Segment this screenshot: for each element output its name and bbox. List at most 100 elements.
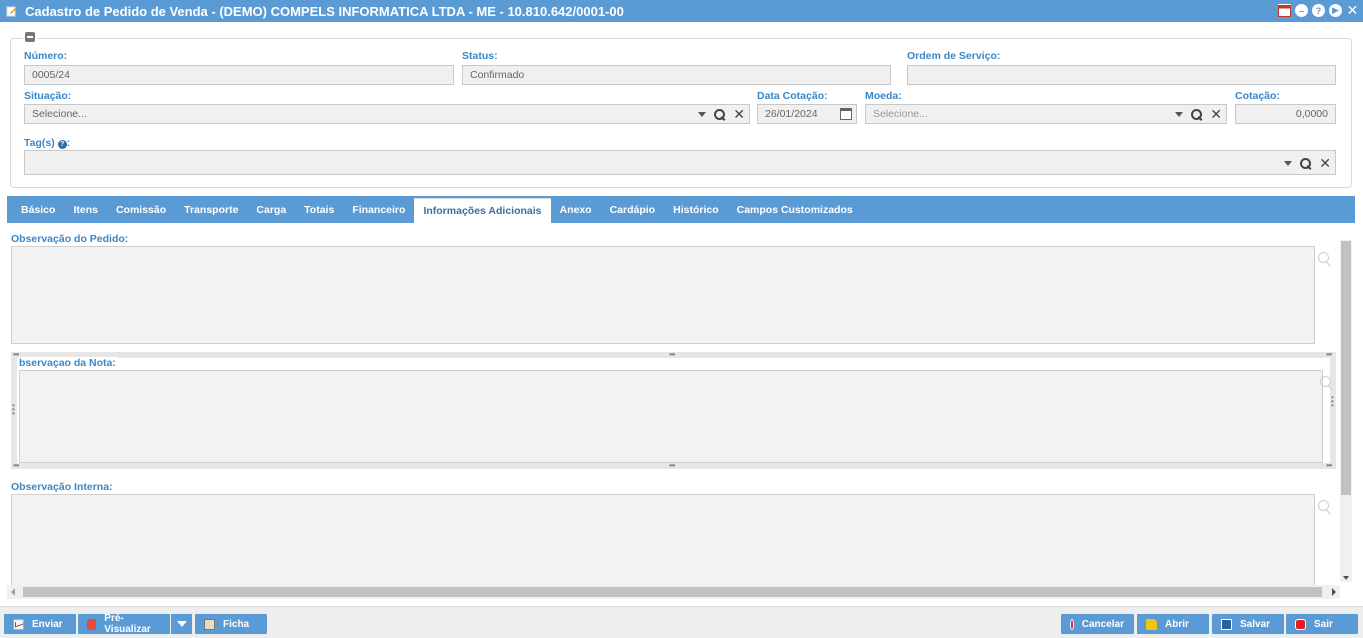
footer-toolbar: Enviar Pré-Visualizar Ficha Cancelar Abr… xyxy=(0,606,1363,638)
status-label: Status: xyxy=(462,50,498,62)
window-title: Cadastro de Pedido de Venda - (DEMO) COM… xyxy=(25,3,624,19)
data-cotacao-field[interactable]: 26/01/2024 xyxy=(757,104,857,124)
scrollbar-thumb[interactable] xyxy=(23,587,1322,597)
enviar-button[interactable]: Enviar xyxy=(4,614,76,634)
chevron-down-icon[interactable] xyxy=(1175,111,1184,117)
search-icon[interactable] xyxy=(1191,108,1203,120)
tab-anexo[interactable]: Anexo xyxy=(551,196,601,223)
situacao-placeholder: Selecione... xyxy=(32,108,87,120)
obs-interna-textarea[interactable] xyxy=(11,494,1315,594)
search-icon[interactable] xyxy=(1318,500,1332,514)
tags-label-text: Tag(s) xyxy=(24,137,55,149)
cancel-icon xyxy=(1070,618,1074,630)
tags-colon: : xyxy=(66,137,71,149)
close-icon[interactable]: ✕ xyxy=(1346,3,1359,17)
unlock-icon xyxy=(1146,618,1157,630)
tab-historico[interactable]: Histórico xyxy=(664,196,728,223)
tags-label: Tag(s) ?: xyxy=(24,137,70,149)
scroll-down-icon[interactable] xyxy=(1343,576,1349,580)
horizontal-scrollbar[interactable] xyxy=(7,585,1340,599)
ficha-button[interactable]: Ficha xyxy=(195,614,267,634)
tab-campos-customizados[interactable]: Campos Customizados xyxy=(728,196,862,223)
resize-handle-icon[interactable]: ••• xyxy=(1331,394,1337,410)
pdf-icon xyxy=(87,618,97,630)
help-icon[interactable]: ? xyxy=(1312,4,1325,17)
search-icon[interactable] xyxy=(1318,252,1332,266)
pre-visualizar-button[interactable]: Pré-Visualizar xyxy=(78,613,170,635)
status-field[interactable]: Confirmado xyxy=(462,65,891,85)
ordem-servico-label: Ordem de Serviço: xyxy=(907,50,1001,62)
salvar-label: Salvar xyxy=(1240,618,1271,630)
cancelar-button[interactable]: Cancelar xyxy=(1061,614,1134,634)
data-cotacao-value: 26/01/2024 xyxy=(765,108,818,120)
clipboard-icon xyxy=(204,618,215,630)
edit-document-icon xyxy=(6,5,18,17)
obs-pedido-label: Observação do Pedido: xyxy=(11,233,129,245)
resize-handle-icon[interactable]: ••• xyxy=(13,462,19,470)
ordem-servico-field[interactable] xyxy=(907,65,1336,85)
sair-label: Sair xyxy=(1314,618,1333,630)
sair-button[interactable]: Sair xyxy=(1286,614,1358,634)
tab-content: Observação do Pedido: ••• ••• ••• ••• ••… xyxy=(7,224,1355,600)
search-icon[interactable] xyxy=(714,108,726,120)
ficha-label: Ficha xyxy=(223,618,250,630)
chevron-down-icon[interactable] xyxy=(698,111,707,117)
situacao-select[interactable]: Selecione... ✕ xyxy=(24,104,750,124)
moeda-select[interactable]: Selecione... ✕ xyxy=(865,104,1227,124)
pre-visualizar-label: Pré-Visualizar xyxy=(104,613,151,635)
exit-icon xyxy=(1295,618,1306,630)
tab-informacoes-adicionais[interactable]: Informações Adicionais xyxy=(414,198,551,223)
scrollbar-thumb[interactable] xyxy=(1341,241,1351,495)
salvar-button[interactable]: Salvar xyxy=(1212,614,1284,634)
tab-financeiro[interactable]: Financeiro xyxy=(343,196,414,223)
collapse-icon[interactable] xyxy=(23,32,37,44)
mail-icon xyxy=(13,618,24,630)
scroll-left-icon[interactable] xyxy=(11,588,15,596)
tab-transporte[interactable]: Transporte xyxy=(175,196,247,223)
situacao-label: Situação: xyxy=(24,90,72,102)
calendar-icon[interactable] xyxy=(1278,4,1291,17)
tab-basico[interactable]: Básico xyxy=(12,196,64,223)
clear-icon[interactable]: ✕ xyxy=(733,107,745,121)
resize-handle-icon[interactable]: ••• xyxy=(669,462,675,470)
tags-field[interactable]: ✕ xyxy=(24,150,1336,175)
search-icon[interactable] xyxy=(1300,157,1312,169)
scroll-right-icon[interactable] xyxy=(1332,588,1336,596)
pre-visualizar-dropdown[interactable] xyxy=(171,614,192,634)
chevron-down-icon[interactable] xyxy=(1284,160,1293,166)
abrir-button[interactable]: Abrir xyxy=(1137,614,1209,634)
tab-bar: Básico Itens Comissão Transporte Carga T… xyxy=(7,196,1355,223)
search-icon[interactable] xyxy=(1320,376,1334,390)
clear-icon[interactable]: ✕ xyxy=(1319,156,1331,170)
cotacao-field[interactable]: 0,0000 xyxy=(1235,104,1336,124)
clear-icon[interactable]: ✕ xyxy=(1210,107,1222,121)
resize-handle-icon[interactable]: ••• xyxy=(1326,462,1332,470)
calendar-icon[interactable] xyxy=(840,108,852,120)
resize-handle-icon[interactable]: ••• xyxy=(669,351,675,359)
play-icon[interactable]: ▶ xyxy=(1329,4,1342,17)
obs-nota-textarea[interactable] xyxy=(19,370,1323,463)
cancelar-label: Cancelar xyxy=(1081,618,1124,630)
resize-handle-icon[interactable]: ••• xyxy=(1326,351,1332,359)
obs-pedido-textarea[interactable] xyxy=(11,246,1315,344)
help-icon[interactable]: ? xyxy=(57,140,67,149)
resize-handle-icon[interactable]: ••• xyxy=(13,351,19,359)
cotacao-label: Cotação: xyxy=(1235,90,1280,102)
minimize-icon[interactable]: – xyxy=(1295,4,1308,17)
order-header-panel: Número: 0005/24 Status: Confirmado Ordem… xyxy=(10,32,1352,188)
abrir-label: Abrir xyxy=(1165,618,1189,630)
tab-totais[interactable]: Totais xyxy=(295,196,343,223)
numero-field[interactable]: 0005/24 xyxy=(24,65,454,85)
numero-label: Número: xyxy=(24,50,68,62)
data-cotacao-label: Data Cotação: xyxy=(757,90,828,102)
moeda-label: Moeda: xyxy=(865,90,902,102)
vertical-scrollbar[interactable] xyxy=(1340,240,1352,582)
tab-comissao[interactable]: Comissão xyxy=(107,196,175,223)
tab-cardapio[interactable]: Cardápio xyxy=(601,196,665,223)
resize-handle-icon[interactable]: ••• xyxy=(12,402,18,418)
tab-itens[interactable]: Itens xyxy=(64,196,107,223)
tab-carga[interactable]: Carga xyxy=(247,196,295,223)
save-icon xyxy=(1221,618,1232,630)
enviar-label: Enviar xyxy=(32,618,63,630)
title-bar: Cadastro de Pedido de Venda - (DEMO) COM… xyxy=(0,0,1363,22)
